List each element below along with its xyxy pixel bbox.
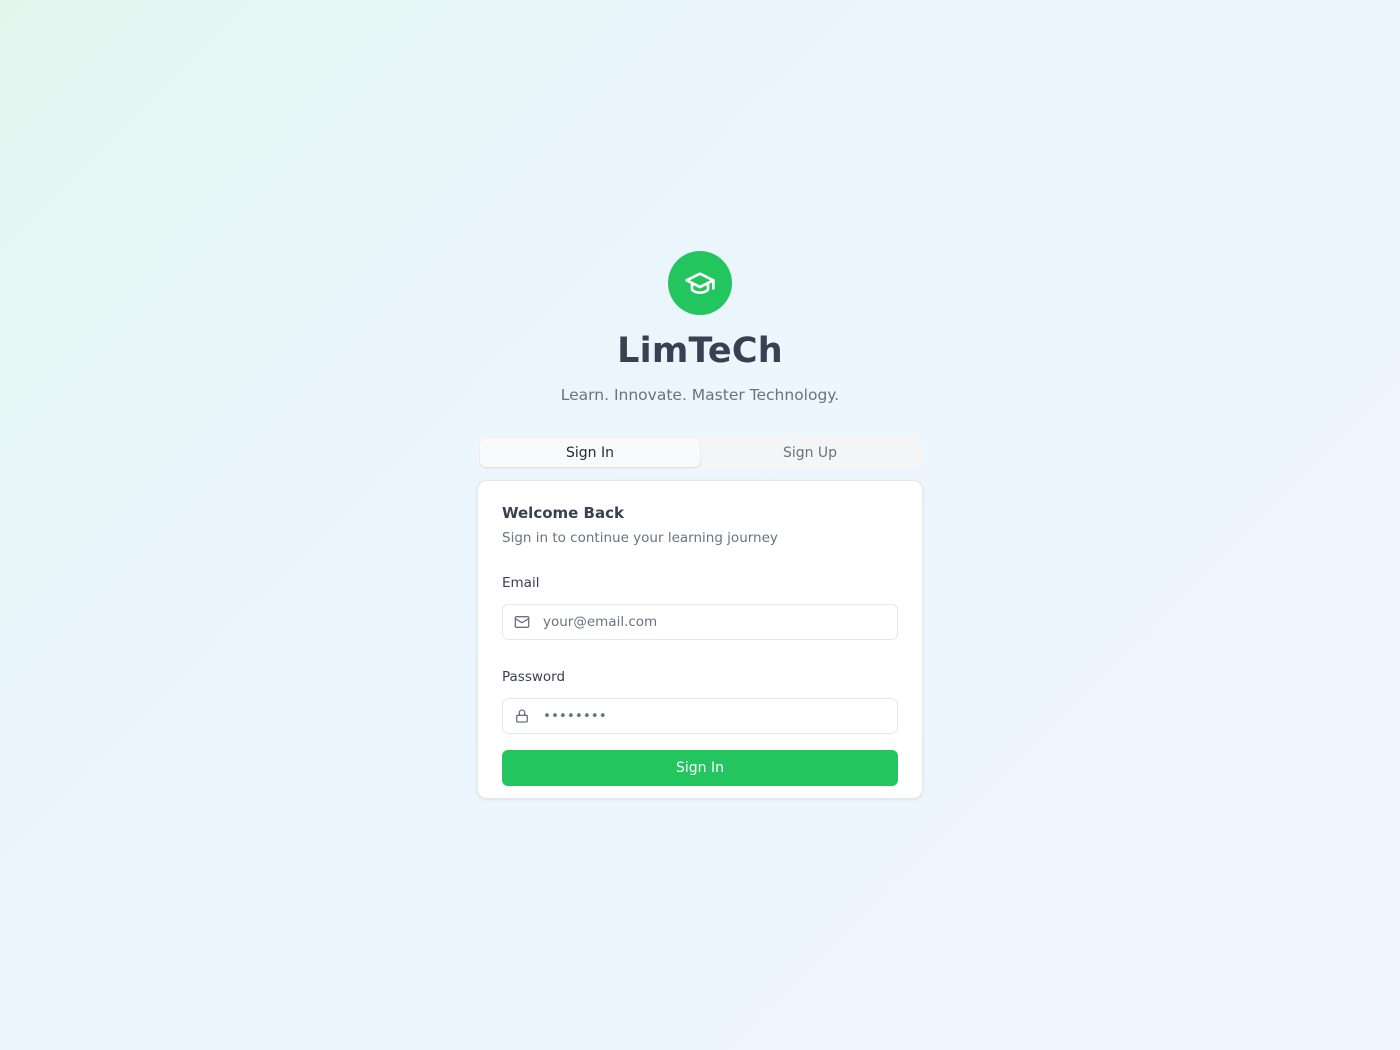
graduation-cap-icon: [685, 272, 715, 294]
card-subtitle: Sign in to continue your learning journe…: [502, 530, 778, 546]
mail-icon: [514, 614, 530, 630]
brand-header: LimTeCh Learn. Innovate. Master Technolo…: [0, 251, 1400, 407]
email-label: Email: [502, 575, 540, 591]
tab-sign-in[interactable]: Sign In: [480, 439, 700, 467]
sign-in-card: Welcome Back Sign in to continue your le…: [477, 480, 923, 799]
brand-tagline: Learn. Innovate. Master Technology.: [560, 386, 840, 404]
auth-tabs: Sign In Sign Up: [477, 436, 923, 470]
email-input[interactable]: [543, 607, 897, 637]
password-label: Password: [502, 669, 566, 685]
lock-icon: [514, 708, 530, 724]
logo: [668, 251, 732, 315]
password-input[interactable]: [543, 701, 897, 731]
card-title: Welcome Back: [502, 504, 624, 522]
sign-in-button[interactable]: Sign In: [502, 750, 898, 786]
email-field-wrapper: [502, 604, 898, 640]
brand-title: LimTeCh: [617, 331, 783, 371]
tab-sign-up[interactable]: Sign Up: [700, 439, 920, 467]
password-field-wrapper: [502, 698, 898, 734]
